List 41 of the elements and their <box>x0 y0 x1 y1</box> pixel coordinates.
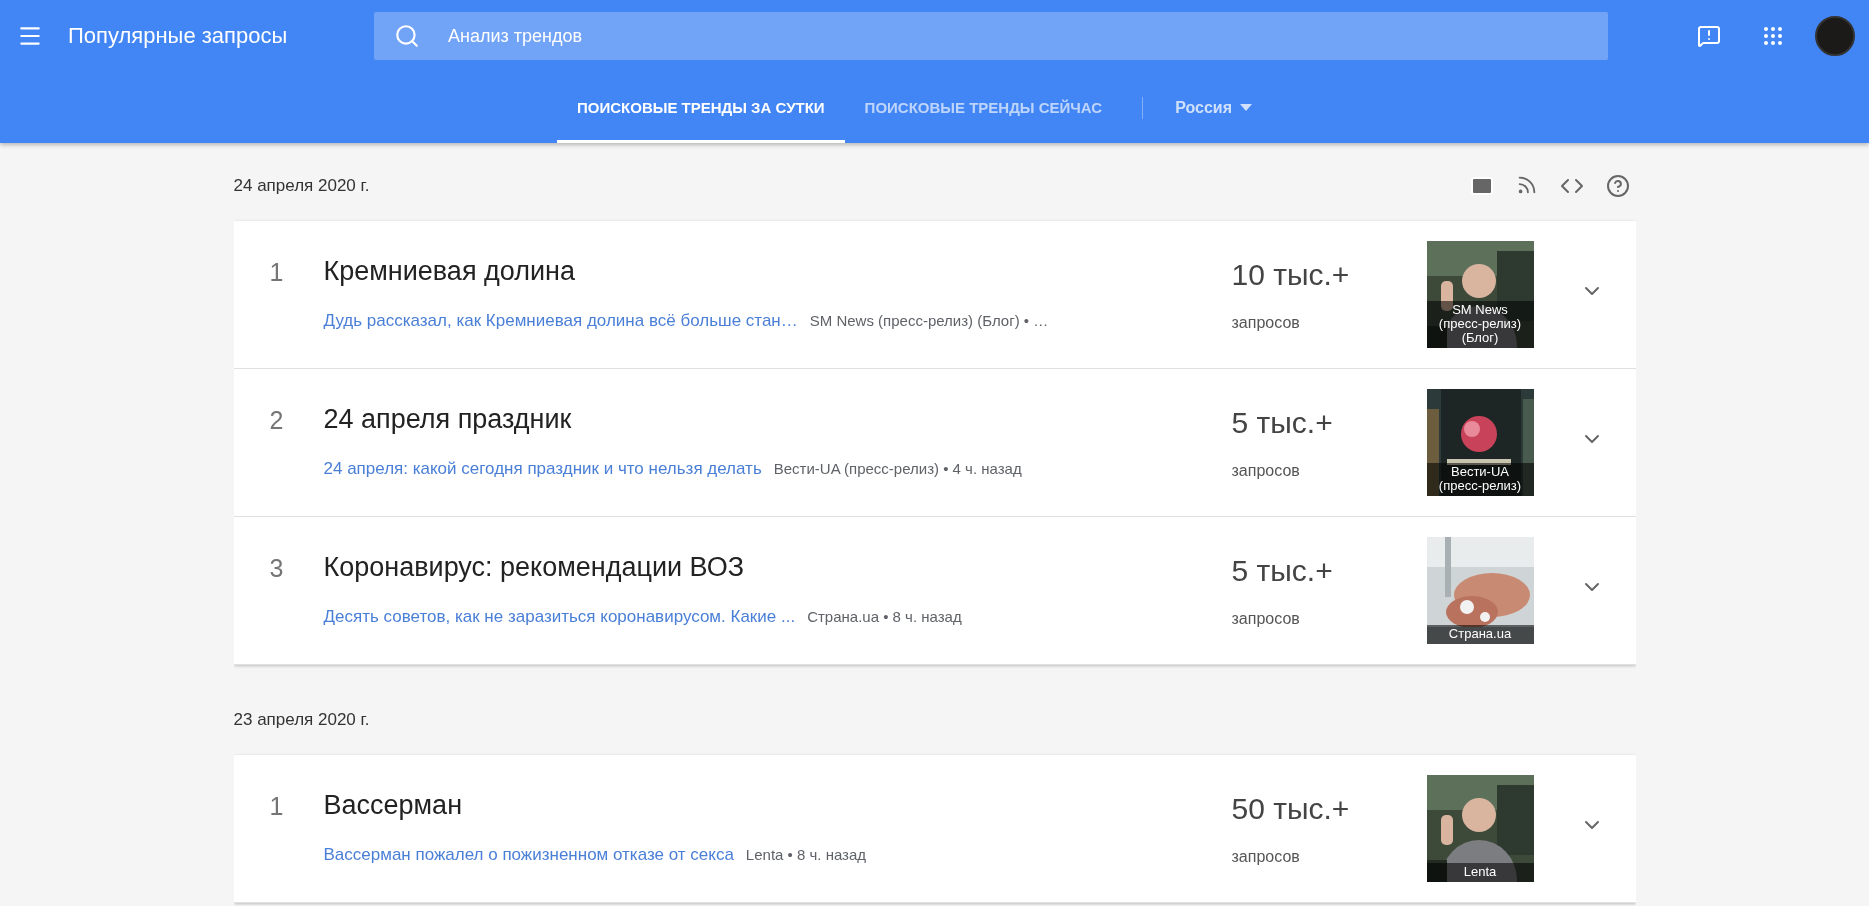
count-label: запросов <box>1231 610 1301 628</box>
trend-row[interactable]: 3 Коронавирус: рекомендации ВОЗ Десять советов, как не заразиться коронавирусом. Какие ... Страна.ua • 8 ч. назад 5 тыс.+ запросов Страна.ua <box>233 517 1636 665</box>
app-title: Популярные запросы <box>68 23 289 49</box>
trend-row[interactable]: 1 Кремниевая долина Дудь рассказал, как Кремниевая долина всё больше стан… SM News (пресс-релиз) (Блог) • … 10 тыс.+ запросов SM News (пресс-релиз) (Блог) <box>233 221 1636 369</box>
search-count: 50 тыс.+ <box>1231 792 1351 826</box>
article-link[interactable]: Вассерман пожалел о пожизненном отказе от секса <box>323 845 734 865</box>
date-heading: 24 апреля 2020 г. <box>233 176 370 196</box>
tab[interactable]: ПОИСКОВЫЕ ТРЕНДЫ ЗА СУТКИ <box>557 72 845 143</box>
count-label: запросов <box>1231 462 1301 480</box>
avatar[interactable] <box>1815 16 1855 56</box>
article-source: Lenta • 8 ч. назад <box>745 846 867 863</box>
article-link[interactable]: 24 апреля: какой сегодня праздник и что нельзя делать <box>323 459 762 479</box>
count-label: запросов <box>1231 848 1301 866</box>
rank-number: 2 <box>269 405 285 435</box>
rank-number: 3 <box>269 553 285 583</box>
article-link[interactable]: Десять советов, как не заразиться коронавирусом. Какие ... <box>323 607 796 627</box>
trend-title: 24 апреля праздник <box>323 404 573 435</box>
search-icon <box>394 23 420 49</box>
article-link[interactable]: Дудь рассказал, как Кремниевая долина всё больше стан… <box>323 311 798 331</box>
trend-row[interactable]: 1 Вассерман Вассерман пожалел о пожизненном отказе от секса Lenta • 8 ч. назад 50 тыс.+ запросов Lenta <box>233 755 1636 903</box>
region-dropdown[interactable]: Россия <box>1155 72 1272 143</box>
thumbnail-caption: SM News (пресс-релиз) (Блог) <box>1426 301 1534 348</box>
count-label: запросов <box>1231 314 1301 332</box>
article-source: Вести-UA (пресс-релиз) • 4 ч. назад <box>773 460 1022 477</box>
thumbnail-caption: Страна.ua <box>1426 625 1534 644</box>
article-source: Страна.ua • 8 ч. назад <box>807 608 962 625</box>
date-heading: 23 апреля 2020 г. <box>233 710 370 730</box>
trend-title: Коронавирус: рекомендации ВОЗ <box>323 552 746 583</box>
search-count: 5 тыс.+ <box>1231 406 1334 440</box>
caret-icon <box>1240 104 1252 111</box>
trend-row[interactable]: 2 24 апреля праздник 24 апреля: какой сегодня праздник и что нельзя делать Вести-UA (пресс-релиз) • 4 ч. назад 5 тыс.+ запросов Вести-UA (пресс-релиз) <box>233 369 1636 517</box>
rank-number: 1 <box>269 791 285 821</box>
trend-title: Вассерман <box>323 790 464 821</box>
article-source: SM News (пресс-релиз) (Блог) • … <box>809 312 1049 329</box>
search-count: 10 тыс.+ <box>1231 258 1351 292</box>
thumbnail-caption: Вести-UA (пресс-релиз) <box>1426 463 1534 496</box>
thumbnail-caption: Lenta <box>1426 863 1534 882</box>
trend-title: Кремниевая долина <box>323 256 576 287</box>
tab[interactable]: ПОИСКОВЫЕ ТРЕНДЫ СЕЙЧАС <box>844 72 1123 143</box>
rank-number: 1 <box>269 257 285 287</box>
search-count: 5 тыс.+ <box>1231 554 1334 588</box>
